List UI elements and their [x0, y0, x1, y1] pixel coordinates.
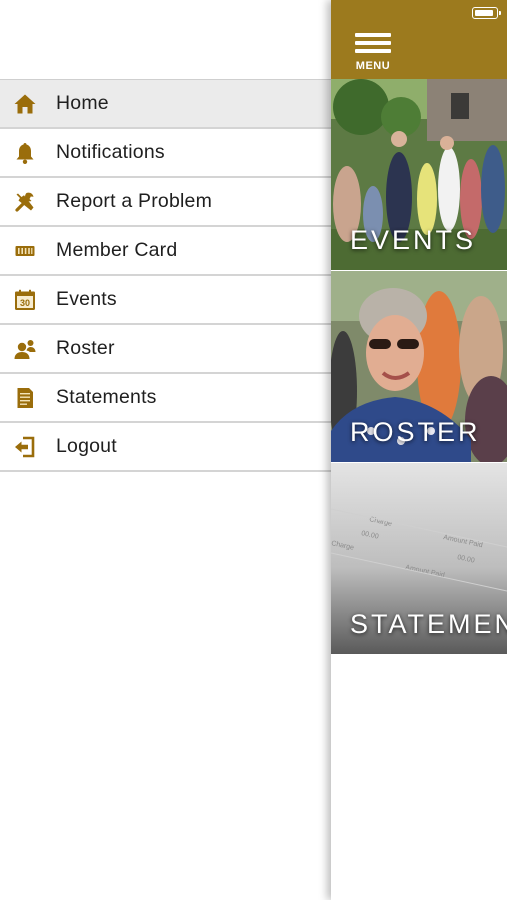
document-icon [12, 385, 38, 411]
drawer-item-roster[interactable]: Roster [0, 325, 331, 374]
drawer-menu-list: Home Notifications Report a Problem Memb… [0, 79, 331, 472]
roster-tile[interactable]: ROSTER [331, 271, 507, 462]
tools-icon [12, 189, 38, 215]
home-icon [12, 91, 38, 117]
events-tile-label: EVENTS [350, 225, 477, 255]
menu-label: MENU [355, 60, 391, 72]
card-icon [12, 238, 38, 264]
drawer-item-label: Events [56, 288, 117, 310]
drawer-item-label: Report a Problem [56, 190, 213, 212]
calendar-day-text: 30 [20, 298, 30, 308]
calendar-icon: 30 [12, 287, 38, 313]
statements-tile-label: STATEMEN [350, 609, 507, 639]
drawer-item-logout[interactable]: Logout [0, 423, 331, 472]
menu-button[interactable]: MENU [352, 33, 394, 75]
bell-icon [12, 140, 38, 166]
main-panel: MENU EVENTS ROSTER Charge Amount Paid Ch… [331, 0, 507, 900]
statements-tile[interactable]: Charge Amount Paid Charge Amount Paid 00… [331, 463, 507, 654]
events-tile[interactable]: EVENTS [331, 79, 507, 270]
drawer-item-label: Statements [56, 386, 157, 408]
side-drawer: Home Notifications Report a Problem Memb… [0, 0, 331, 900]
drawer-item-label: Roster [56, 337, 115, 359]
app-header: MENU [331, 0, 507, 79]
drawer-item-home[interactable]: Home [0, 80, 331, 129]
drawer-item-statements[interactable]: Statements [0, 374, 331, 423]
drawer-item-member-card[interactable]: Member Card [0, 227, 331, 276]
roster-tile-label: ROSTER [350, 417, 481, 447]
battery-icon [472, 7, 501, 19]
drawer-item-label: Home [56, 92, 109, 114]
drawer-item-label: Logout [56, 435, 117, 457]
drawer-item-notifications[interactable]: Notifications [0, 129, 331, 178]
people-icon [12, 336, 38, 362]
drawer-item-report-a-problem[interactable]: Report a Problem [0, 178, 331, 227]
logout-icon [12, 434, 38, 460]
hamburger-icon [355, 33, 391, 37]
drawer-item-label: Member Card [56, 239, 178, 261]
drawer-item-label: Notifications [56, 141, 165, 163]
drawer-item-events[interactable]: 30 Events [0, 276, 331, 325]
